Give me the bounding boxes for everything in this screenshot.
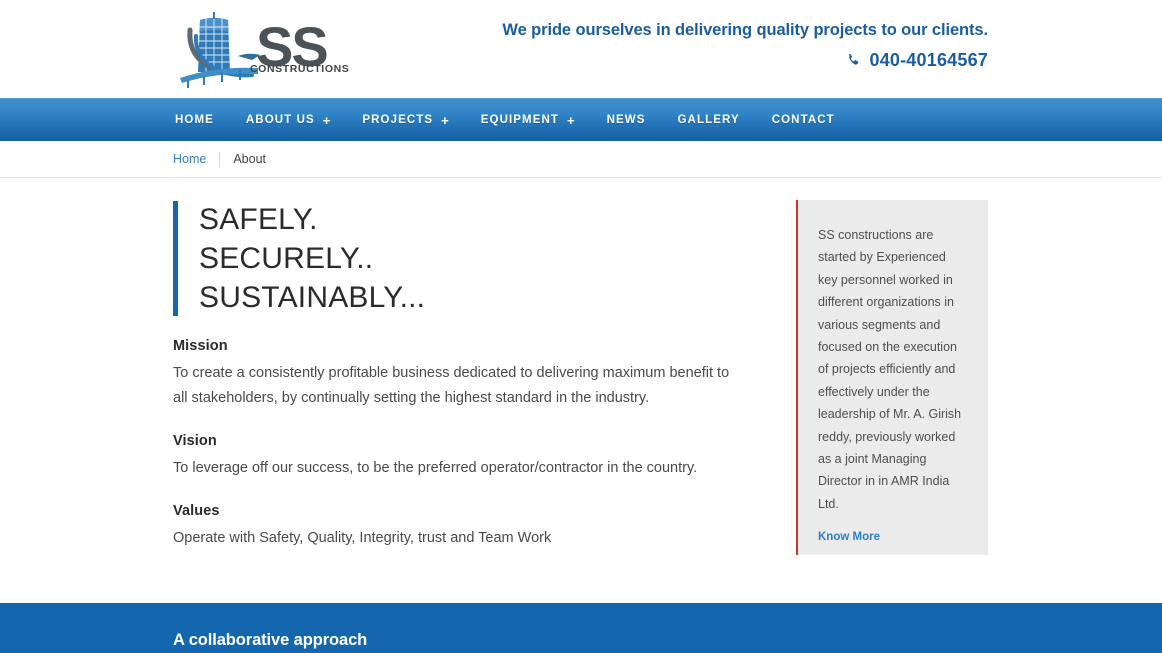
about-sidebar-card: SS constructions are started by Experien… [796, 200, 988, 555]
header-tagline: We pride ourselves in delivering quality… [502, 21, 988, 39]
about-sidebar-text: SS constructions are started by Experien… [818, 228, 962, 511]
plus-icon: + [567, 112, 575, 128]
header-contact-block: We pride ourselves in delivering quality… [502, 21, 988, 71]
main-navigation: HOME ABOUT US + PROJECTS + EQUIPMENT + N… [0, 98, 1162, 141]
nav-label: ABOUT US [245, 114, 315, 126]
breadcrumb: Home About [0, 141, 1162, 178]
header-phone[interactable]: 040-40164567 [502, 50, 988, 71]
plus-icon: + [322, 112, 331, 128]
main-inner: SAFELY. SECURELY.. SUSTAINABLY... Missio… [0, 178, 1162, 603]
svg-text:CONSTRUCTIONS: CONSTRUCTIONS [250, 63, 349, 75]
nav-item-about-us[interactable]: ABOUT US + [246, 114, 330, 127]
values-title: Values [173, 503, 220, 519]
nav-item-news[interactable]: NEWS [607, 114, 646, 126]
page-title-line-1: SAFELY. [199, 203, 318, 236]
values-section: Values Operate with Safety, Quality, Int… [173, 503, 743, 551]
phone-icon [846, 53, 861, 68]
site-header: SS CONSTRUCTIONS We pride ourselves in d… [0, 0, 1162, 98]
mission-section: Mission To create a consistently profita… [173, 338, 743, 411]
know-more-link[interactable]: Know More [818, 531, 880, 543]
nav-item-contact[interactable]: CONTACT [772, 114, 835, 126]
nav-item-projects[interactable]: PROJECTS + [362, 114, 448, 127]
collaborative-approach-band: A collaborative approach [0, 603, 1162, 653]
nav-label: EQUIPMENT [480, 114, 560, 126]
nav-label: HOME [175, 114, 214, 126]
vision-section: Vision To leverage off our success, to b… [173, 433, 743, 481]
breadcrumb-current: About [233, 152, 267, 166]
nav-label: CONTACT [771, 114, 835, 126]
page-title: SAFELY. SECURELY.. SUSTAINABLY... [173, 200, 743, 317]
vision-title: Vision [173, 433, 217, 449]
band-inner: A collaborative approach [0, 603, 1162, 650]
accent-bar [173, 201, 178, 316]
breadcrumb-separator [219, 151, 221, 167]
nav-label: GALLERY [677, 114, 740, 126]
plus-icon: + [441, 112, 449, 128]
mission-body: To create a consistently profitable busi… [173, 365, 730, 406]
values-body: Operate with Safety, Quality, Integrity,… [173, 530, 552, 546]
band-title: A collaborative approach [173, 631, 368, 649]
vision-body: To leverage off our success, to be the p… [173, 460, 698, 476]
site-logo[interactable]: SS CONSTRUCTIONS [172, 10, 352, 92]
nav-label: NEWS [606, 114, 646, 126]
logo-icon: SS CONSTRUCTIONS [180, 12, 349, 88]
page-title-line-2: SECURELY.. [199, 242, 374, 275]
breadcrumb-home-link[interactable]: Home [173, 152, 206, 166]
page-root: SS CONSTRUCTIONS We pride ourselves in d… [0, 0, 1162, 653]
nav-item-gallery[interactable]: GALLERY [678, 114, 740, 126]
phone-number[interactable]: 040-40164567 [869, 50, 988, 71]
mission-title: Mission [173, 338, 228, 354]
nav-item-home[interactable]: HOME [175, 114, 214, 126]
nav-label: PROJECTS [362, 114, 434, 126]
nav-inner: HOME ABOUT US + PROJECTS + EQUIPMENT + N… [0, 114, 1162, 127]
breadcrumb-inner: Home About [0, 151, 267, 167]
nav-item-equipment[interactable]: EQUIPMENT + [481, 114, 575, 127]
content-left-column: SAFELY. SECURELY.. SUSTAINABLY... Missio… [173, 200, 743, 551]
main-content: SAFELY. SECURELY.. SUSTAINABLY... Missio… [0, 178, 1162, 603]
page-title-line-3: SUSTAINABLY... [199, 281, 426, 314]
header-inner: SS CONSTRUCTIONS We pride ourselves in d… [0, 0, 1162, 98]
